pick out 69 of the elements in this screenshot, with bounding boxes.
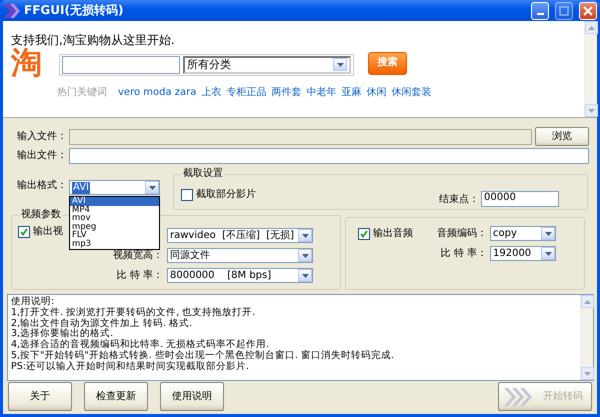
- button[interactable]: 使用说明: [160, 382, 224, 411]
- caret-icon: [302, 274, 308, 278]
- group-title: 截取设置: [181, 168, 225, 180]
- browse-button[interactable]: 浏览: [535, 127, 589, 146]
- select-field[interactable]: 同源文件: [167, 248, 313, 263]
- field-label: 比 特 率：: [440, 248, 487, 260]
- checkbox[interactable]: [181, 189, 193, 201]
- dropdown-option[interactable]: mov: [70, 214, 159, 223]
- select-field[interactable]: rawvideo [不压缩] [无损]: [167, 228, 313, 243]
- close-icon: [583, 6, 593, 16]
- button[interactable]: 关于: [8, 382, 72, 411]
- file-path-field[interactable]: [69, 148, 589, 164]
- category-select[interactable]: 所有分类: [183, 56, 351, 74]
- caret-icon: [544, 232, 552, 236]
- keyword-link[interactable]: 两件套: [271, 87, 302, 100]
- field-label: 音频编码：: [437, 228, 487, 240]
- scrollbar[interactable]: [580, 295, 593, 380]
- checkbox[interactable]: [18, 226, 30, 238]
- field-label: 视频宽高：: [113, 250, 163, 262]
- select-field[interactable]: copy: [490, 226, 556, 241]
- search-field[interactable]: [62, 56, 180, 74]
- minimize-button[interactable]: [531, 2, 549, 20]
- checkbox-label: 输出视: [33, 226, 63, 238]
- up-arrow-icon: [584, 300, 591, 304]
- keyword-link[interactable]: 中老年: [306, 87, 336, 100]
- hot-keywords-label: 热门关键词: [57, 87, 107, 100]
- scrollbar[interactable]: [584, 21, 597, 117]
- down-arrow-icon: [584, 372, 591, 376]
- caret-icon: [302, 234, 308, 238]
- group-title: 视频参数: [19, 209, 63, 221]
- maximize-button[interactable]: [555, 2, 573, 20]
- keyword-link[interactable]: 专柜正品: [226, 87, 266, 100]
- keyword-link[interactable]: 休闲套装: [391, 87, 432, 100]
- keyword-link[interactable]: 休闲: [366, 87, 386, 100]
- slogan-text: 支持我们,淘宝购物从这里开始.: [11, 33, 176, 48]
- select-field[interactable]: 8000000 [8M bps]: [167, 268, 313, 283]
- app-icon: [4, 4, 20, 18]
- close-button[interactable]: [579, 2, 597, 20]
- chevrons-icon: [503, 386, 533, 406]
- field-label: 输入文件：: [16, 130, 68, 142]
- field-label: 结束点：: [439, 194, 479, 206]
- checkbox-label: 截取部分影片: [196, 189, 256, 201]
- dropdown-option[interactable]: mpeg: [70, 222, 159, 232]
- end-point-field[interactable]: 00000: [481, 191, 559, 207]
- logo: 淘: [11, 47, 42, 80]
- select-field[interactable]: AVI: [69, 180, 160, 195]
- keyword-link[interactable]: 亚麻: [341, 87, 362, 100]
- caret-icon: [336, 62, 344, 67]
- dropdown-option[interactable]: mp3: [70, 240, 159, 249]
- caret-icon: [148, 186, 156, 190]
- caret-icon: [302, 254, 308, 258]
- button[interactable]: 检查更新: [84, 382, 148, 411]
- checkbox-label: 输出音频: [373, 228, 413, 240]
- down-arrow-icon: [588, 108, 595, 112]
- caret-icon: [544, 252, 552, 256]
- dropdown-option[interactable]: AVI: [70, 197, 159, 206]
- field-label: 比 特 率：: [116, 270, 163, 282]
- maximize-icon: [559, 6, 569, 16]
- dropdown-option[interactable]: MP4: [70, 206, 159, 214]
- up-arrow-icon: [588, 26, 595, 30]
- select-field[interactable]: 192000: [490, 246, 556, 261]
- dropdown-option[interactable]: FLV: [70, 231, 159, 240]
- field-label: 输出文件：: [16, 150, 68, 162]
- keyword-link[interactable]: vero moda zara: [118, 87, 196, 100]
- checkbox[interactable]: [358, 228, 370, 240]
- field-label: 输出格式：: [16, 180, 68, 192]
- window-title: FFGUI(无损转码): [24, 3, 124, 18]
- keyword-link[interactable]: 上衣: [201, 87, 222, 100]
- minimize-icon: [536, 12, 544, 14]
